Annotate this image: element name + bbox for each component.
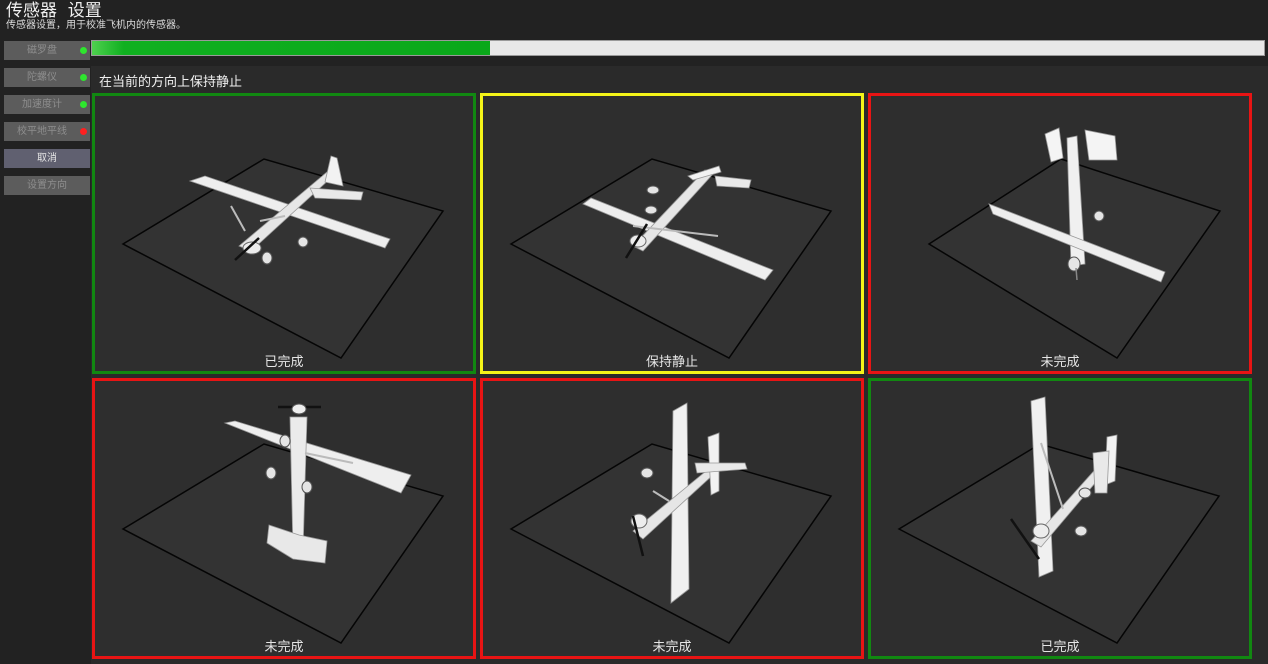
- plane-level-icon: [121, 155, 445, 359]
- orientation-status-label: 已完成: [1040, 640, 1080, 655]
- instruction-text: 在当前的方向上保持静止: [99, 75, 243, 90]
- progress-fill: [92, 41, 491, 55]
- plane-nose-down-icon: [927, 127, 1222, 360]
- plane-inverted-icon: [509, 158, 833, 359]
- calibration-panel: 在当前的方向上保持静止 已完成 保持静止 未完成 未完成 未完成 已完成: [91, 66, 1268, 664]
- status-dot: [80, 74, 87, 81]
- plane-right-side-icon: [897, 396, 1221, 644]
- sidebar-item-label: 陀螺仪: [27, 72, 57, 83]
- plane-left-side-icon: [509, 402, 833, 644]
- sidebar-item-label: 磁罗盘: [27, 45, 57, 56]
- orientation-status-label: 未完成: [264, 640, 304, 655]
- orientation-status-label: 已完成: [264, 355, 304, 370]
- sidebar-item-label: 校平地平线: [17, 126, 67, 137]
- orientation-cell-nose-up: 未完成: [92, 378, 476, 659]
- status-dot: [80, 128, 87, 135]
- sidebar: 磁罗盘 陀螺仪 加速度计 校平地平线 取消 设置方向: [4, 41, 90, 203]
- page-header: 传感器 设置 传感器设置，用于校准飞机内的传感器。: [6, 0, 186, 32]
- status-dot: [80, 101, 87, 108]
- status-dot: [80, 47, 87, 54]
- orientation-cell-right-side: 已完成: [868, 378, 1252, 659]
- sidebar-item-level-horizon[interactable]: 校平地平线: [4, 122, 90, 141]
- orientation-status-label: 未完成: [652, 640, 692, 655]
- sidebar-item-compass[interactable]: 磁罗盘: [4, 41, 90, 60]
- sidebar-item-accelerometer[interactable]: 加速度计: [4, 95, 90, 114]
- orientation-cell-nose-down: 未完成: [868, 93, 1252, 374]
- orientation-cell-level: 已完成: [92, 93, 476, 374]
- sidebar-item-label: 加速度计: [22, 99, 62, 110]
- sidebar-item-gyroscope[interactable]: 陀螺仪: [4, 68, 90, 87]
- set-orientation-button[interactable]: 设置方向: [4, 176, 90, 195]
- cancel-button[interactable]: 取消: [4, 149, 90, 168]
- orientation-status-label: 未完成: [1040, 355, 1080, 370]
- orientation-cell-left-side: 未完成: [480, 378, 864, 659]
- orientation-status-label: 保持静止: [645, 355, 698, 370]
- orientation-cell-inverted: 保持静止: [480, 93, 864, 374]
- cancel-button-label: 取消: [37, 153, 57, 164]
- page-subtitle: 传感器设置，用于校准飞机内的传感器。: [6, 20, 186, 31]
- plane-nose-up-icon: [121, 403, 445, 644]
- calibration-progress-bar: [91, 40, 1265, 56]
- page-title: 传感器 设置: [6, 1, 102, 21]
- set-orientation-label: 设置方向: [27, 180, 67, 191]
